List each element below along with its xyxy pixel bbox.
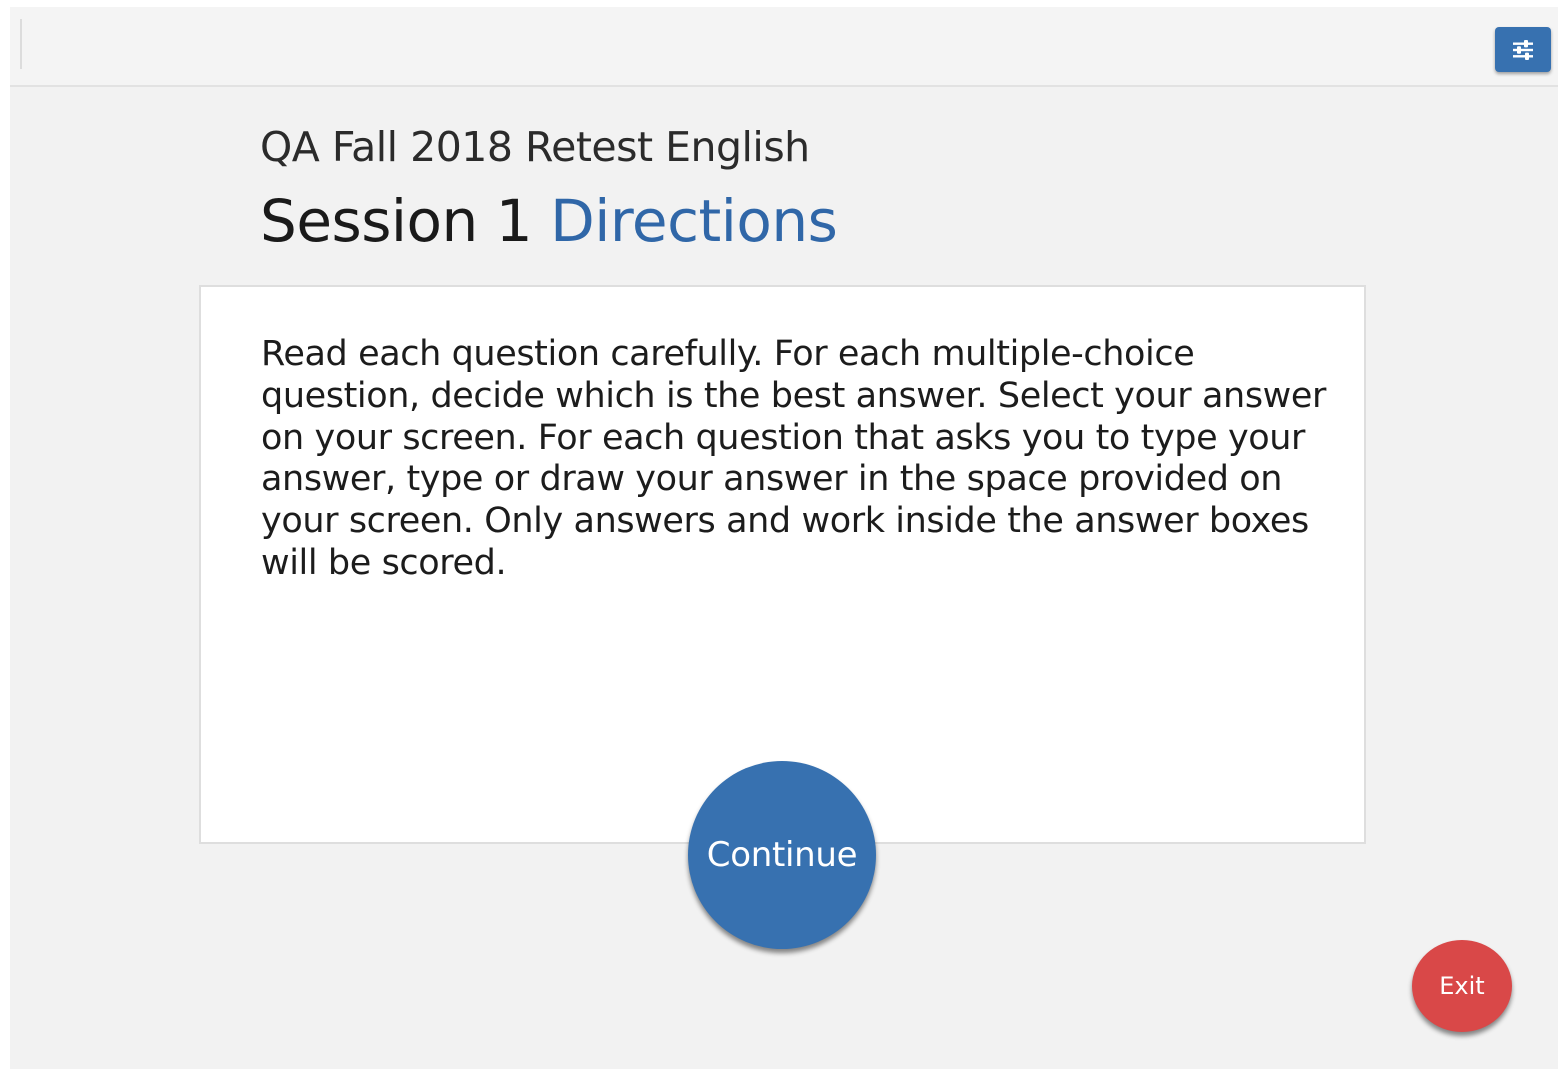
top-toolbar xyxy=(10,7,1558,87)
continue-button[interactable]: Continue xyxy=(688,761,876,949)
session-label: Session 1 xyxy=(260,187,533,255)
toolbar-divider xyxy=(20,19,22,69)
test-name: QA Fall 2018 Retest English xyxy=(260,123,810,171)
page-title: Session 1 Directions xyxy=(260,185,838,257)
sliders-icon xyxy=(1513,39,1533,60)
directions-text: Read each question carefully. For each m… xyxy=(261,334,1327,583)
app-frame: QA Fall 2018 Retest English Session 1 Di… xyxy=(10,7,1558,1069)
settings-button[interactable] xyxy=(1495,27,1551,72)
exit-button[interactable]: Exit xyxy=(1412,940,1512,1032)
session-accent: Directions xyxy=(550,187,838,255)
